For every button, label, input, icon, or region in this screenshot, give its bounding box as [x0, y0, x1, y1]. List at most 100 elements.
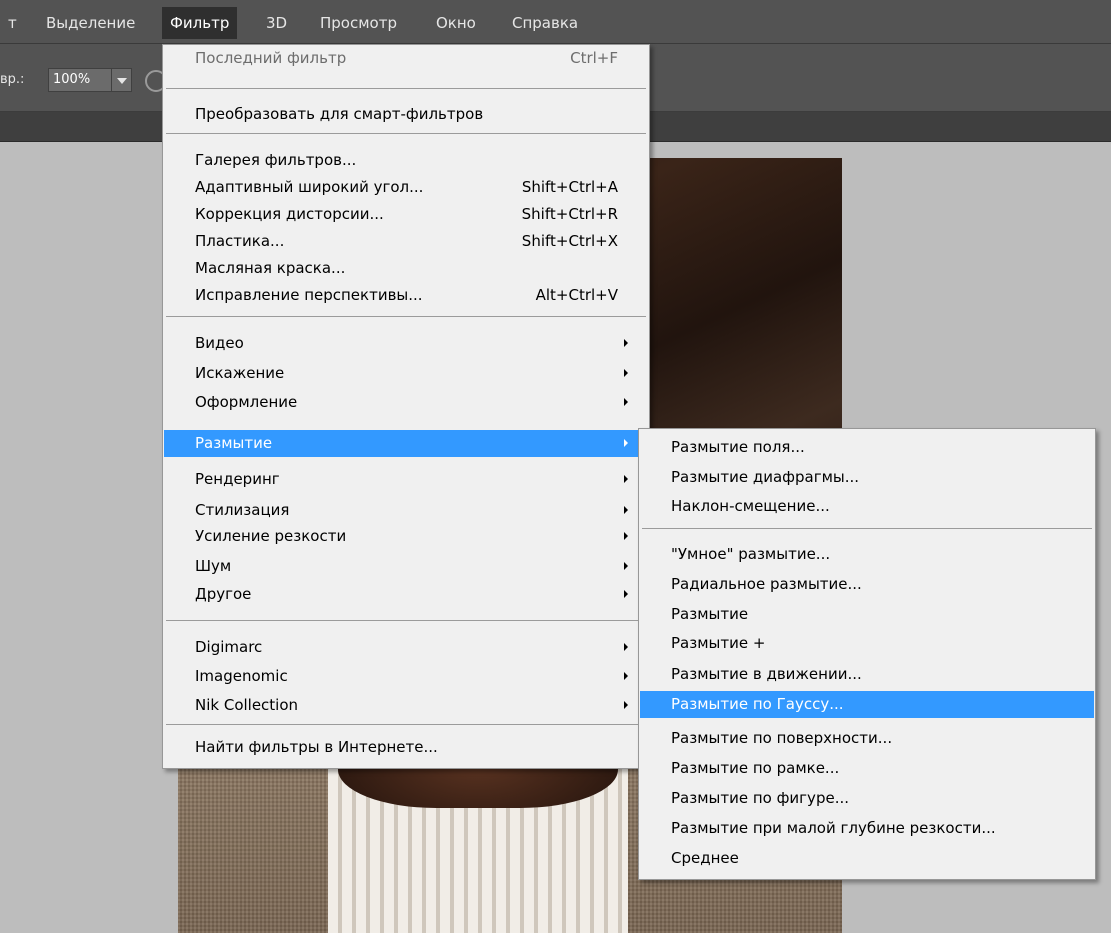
menu-item-label: Видео: [195, 334, 244, 352]
menu-item-lens-correction[interactable]: Коррекция дисторсии... Shift+Ctrl+R: [164, 201, 648, 228]
menu-item-average[interactable]: Среднее: [640, 845, 1094, 872]
menu-separator: [166, 88, 646, 89]
menu-separator: [166, 620, 646, 621]
menu-item-gaussian-blur[interactable]: Размытие по Гауссу...: [640, 691, 1094, 718]
submenu-arrow-icon: [624, 475, 628, 483]
menu-item-digimarc[interactable]: Digimarc: [164, 634, 648, 661]
menu-window[interactable]: Окно: [428, 7, 484, 39]
menu-item-noise[interactable]: Шум: [164, 553, 648, 580]
submenu-arrow-icon: [624, 701, 628, 709]
menu-item-label: Nik Collection: [195, 696, 299, 714]
menu-item-render[interactable]: Рендеринг: [164, 466, 648, 493]
menu-item-label: Пластика...: [195, 232, 285, 250]
menu-item-shortcut: Shift+Ctrl+X: [521, 232, 618, 250]
menu-item-nik-collection[interactable]: Nik Collection: [164, 692, 648, 719]
submenu-arrow-icon: [624, 590, 628, 598]
menu-item-oil-paint[interactable]: Масляная краска...: [164, 255, 648, 282]
menu-item-adaptive-wide[interactable]: Адаптивный широкий угол... Shift+Ctrl+A: [164, 174, 648, 201]
menu-item-label: Шум: [195, 557, 232, 575]
menu-separator: [166, 724, 646, 725]
menu-item-design[interactable]: Оформление: [164, 389, 648, 416]
menu-item-stylize[interactable]: Стилизация: [164, 497, 648, 524]
menu-item-imagenomic[interactable]: Imagenomic: [164, 663, 648, 690]
menu-text[interactable]: т: [0, 7, 25, 39]
menu-item-label: Среднее: [671, 849, 739, 867]
submenu-arrow-icon: [624, 398, 628, 406]
menu-view[interactable]: Просмотр: [312, 7, 405, 39]
menu-item-label: Размытие +: [671, 634, 766, 652]
menu-item-label: Размытие по фигуре...: [671, 789, 849, 807]
menu-item-browse-filters[interactable]: Найти фильтры в Интернете...: [164, 734, 648, 761]
menu-item-iris-blur[interactable]: Размытие диафрагмы...: [640, 464, 1094, 491]
menu-item-label: Наклон-смещение...: [671, 497, 830, 515]
menu-item-distort[interactable]: Искажение: [164, 360, 648, 387]
menu-item-motion-blur[interactable]: Размытие в движении...: [640, 661, 1094, 688]
menu-item-label: Оформление: [195, 393, 298, 411]
menu-item-label: Другое: [195, 585, 252, 603]
menu-item-field-blur[interactable]: Размытие поля...: [640, 434, 1094, 461]
menu-item-label: Искажение: [195, 364, 285, 382]
menu-help[interactable]: Справка: [504, 7, 586, 39]
menu-item-label: "Умное" размытие...: [671, 545, 831, 563]
menu-item-label: Размытие диафрагмы...: [671, 468, 860, 486]
submenu-arrow-icon: [624, 672, 628, 680]
menu-item-label: Последний фильтр: [195, 49, 347, 67]
menu-item-label: Исправление перспективы...: [195, 286, 423, 304]
submenu-arrow-icon: [624, 562, 628, 570]
menu-item-label: Размытие поля...: [671, 438, 805, 456]
pressure-label: вр.:: [0, 72, 25, 87]
menu-item-blur[interactable]: Размытие: [164, 430, 648, 457]
menu-item-box-blur[interactable]: Размытие по рамке...: [640, 755, 1094, 782]
menu-separator: [166, 316, 646, 317]
menu-item-shape-blur[interactable]: Размытие по фигуре...: [640, 785, 1094, 812]
pressure-dropdown[interactable]: [112, 68, 132, 92]
menu-item-label: Найти фильтры в Интернете...: [195, 738, 438, 756]
menu-item-label: Рендеринг: [195, 470, 280, 488]
menu-item-convert-smart[interactable]: Преобразовать для смарт-фильтров: [164, 101, 648, 128]
menu-item-label: Преобразовать для смарт-фильтров: [195, 105, 484, 123]
menu-item-label: Коррекция дисторсии...: [195, 205, 384, 223]
menu-item-label: Галерея фильтров...: [195, 151, 357, 169]
menu-item-other[interactable]: Другое: [164, 581, 648, 608]
menu-item-label: Размытие при малой глубине резкости...: [671, 819, 996, 837]
menu-3d[interactable]: 3D: [258, 7, 295, 39]
menu-item-label: Размытие по Гауссу...: [671, 695, 844, 713]
menu-filter[interactable]: Фильтр: [162, 7, 238, 39]
menu-select[interactable]: Выделение: [38, 7, 143, 39]
menu-item-shortcut: Alt+Ctrl+V: [535, 286, 618, 304]
menu-item-shortcut: Shift+Ctrl+R: [521, 205, 618, 223]
menu-item-blur-more[interactable]: Размытие +: [640, 630, 1094, 657]
menu-item-liquify[interactable]: Пластика... Shift+Ctrl+X: [164, 228, 648, 255]
menu-item-label: Размытие по рамке...: [671, 759, 840, 777]
chevron-down-icon: [117, 78, 127, 84]
menu-item-blur[interactable]: Размытие: [640, 601, 1094, 628]
menu-item-label: Размытие: [671, 605, 749, 623]
menu-item-label: Digimarc: [195, 638, 263, 656]
filter-menu: Последний фильтр Ctrl+F Преобразовать дл…: [162, 44, 650, 769]
menu-item-smart-blur[interactable]: "Умное" размытие...: [640, 541, 1094, 568]
submenu-arrow-icon: [624, 439, 628, 447]
menu-item-filter-gallery[interactable]: Галерея фильтров...: [164, 147, 648, 174]
menu-item-label: Адаптивный широкий угол...: [195, 178, 424, 196]
submenu-arrow-icon: [624, 369, 628, 377]
menu-item-label: Imagenomic: [195, 667, 288, 685]
menu-item-shortcut: Shift+Ctrl+A: [521, 178, 618, 196]
pressure-field[interactable]: 100%: [48, 68, 112, 92]
menu-item-surface-blur[interactable]: Размытие по поверхности...: [640, 725, 1094, 752]
menu-item-vanishing-point[interactable]: Исправление перспективы... Alt+Ctrl+V: [164, 282, 648, 309]
menu-item-lens-blur[interactable]: Размытие при малой глубине резкости...: [640, 815, 1094, 842]
menu-item-label: Размытие: [195, 434, 273, 452]
menu-bar: т Выделение Фильтр 3D Просмотр Окно Спра…: [0, 0, 1111, 44]
menu-item-video[interactable]: Видео: [164, 330, 648, 357]
menu-item-shortcut: Ctrl+F: [570, 49, 618, 67]
menu-item-label: Размытие в движении...: [671, 665, 862, 683]
menu-item-sharpen[interactable]: Усиление резкости: [164, 523, 648, 550]
menu-item-label: Стилизация: [195, 501, 290, 519]
menu-item-label: Радиальное размытие...: [671, 575, 862, 593]
menu-item-label: Усиление резкости: [195, 527, 347, 545]
menu-item-tilt-shift[interactable]: Наклон-смещение...: [640, 493, 1094, 520]
menu-item-label: Масляная краска...: [195, 259, 346, 277]
submenu-arrow-icon: [624, 643, 628, 651]
menu-item-last-filter: Последний фильтр Ctrl+F: [164, 45, 648, 72]
menu-item-radial-blur[interactable]: Радиальное размытие...: [640, 571, 1094, 598]
